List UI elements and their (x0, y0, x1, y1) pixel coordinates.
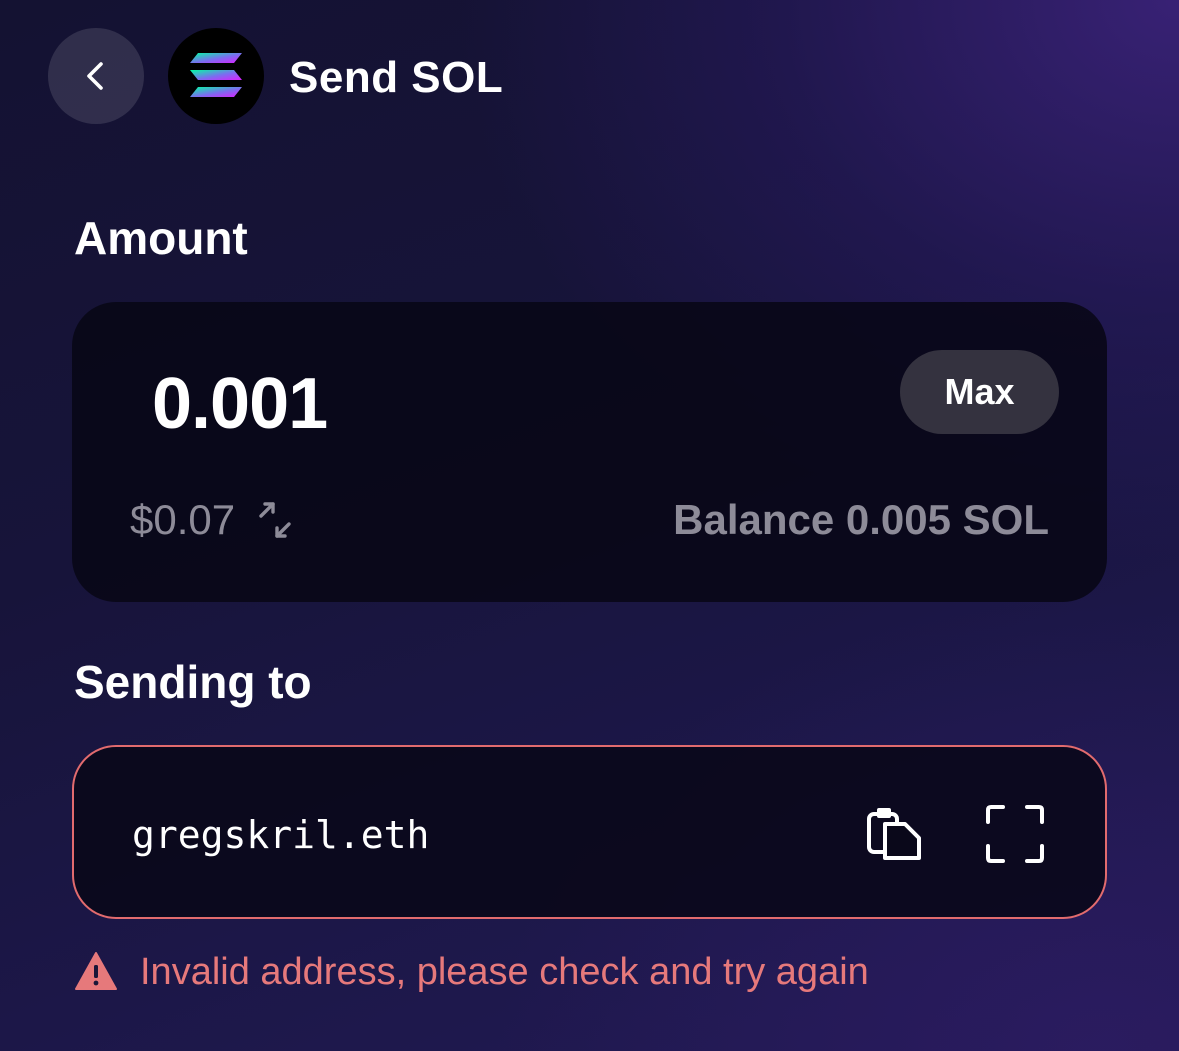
back-button[interactable] (48, 28, 144, 124)
usd-value-row[interactable]: $0.07 (130, 494, 295, 546)
usd-value: $0.07 (130, 496, 236, 543)
error-message: Invalid address, please check and try ag… (74, 946, 869, 998)
error-text: Invalid address, please check and try ag… (140, 950, 869, 993)
solana-logo-icon (168, 28, 264, 124)
amount-label: Amount (74, 212, 248, 264)
warning-icon (74, 950, 118, 994)
amount-input[interactable]: 0.001 (152, 364, 328, 444)
balance-text: Balance 0.005 SOL (673, 496, 1049, 543)
recipient-address-field[interactable]: gregskril.eth (72, 745, 1107, 919)
amount-card: 0.001 Max $0.07 Balance 0.005 SOL (72, 302, 1107, 602)
sending-to-label: Sending to (74, 656, 312, 708)
recipient-address-input[interactable]: gregskril.eth (132, 811, 429, 859)
page-title: Send SOL (289, 53, 504, 102)
max-button[interactable]: Max (900, 350, 1059, 434)
scan-qr-icon (985, 804, 1045, 864)
swap-arrows-icon[interactable] (255, 500, 295, 540)
scan-button[interactable] (984, 803, 1046, 865)
chevron-left-icon (76, 56, 116, 96)
clipboard-icon (865, 804, 925, 864)
paste-button[interactable] (864, 803, 926, 865)
